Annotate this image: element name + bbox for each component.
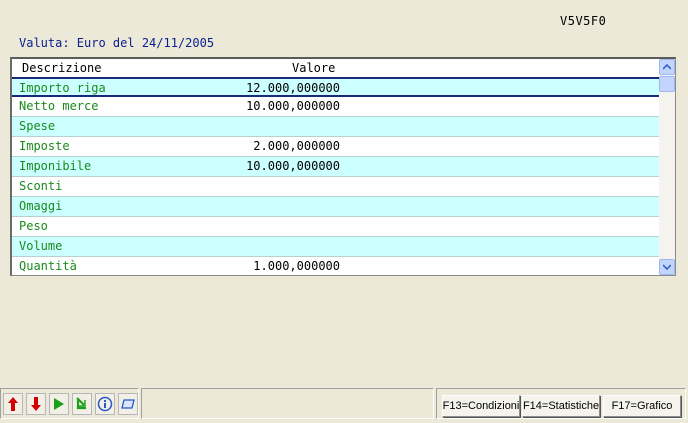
scroll-down-button[interactable] (659, 259, 675, 275)
screen-id: V5V5F0 (560, 14, 607, 28)
row-description: Netto merce (19, 99, 99, 113)
column-header-description[interactable]: Descrizione (22, 61, 101, 75)
table-row[interactable]: Quantità 1.000,000000 (12, 257, 660, 275)
currency-line: Valuta: Euro del 24/11/2005 (19, 36, 215, 50)
chevron-up-icon (663, 64, 671, 70)
scroll-up-button[interactable] (659, 59, 675, 75)
table-row[interactable]: Imponibile 10.000,000000 (12, 157, 660, 177)
info-icon (97, 396, 113, 411)
status-pane (141, 388, 434, 419)
table-row[interactable]: Omaggi (12, 197, 660, 217)
row-description: Volume (19, 239, 63, 253)
f14-statistics-button[interactable]: F14=Statistiche (522, 395, 600, 417)
row-description: Importo riga (19, 81, 106, 95)
move-down-button[interactable] (26, 392, 46, 415)
grid-rows: Importo riga 12.000,000000 Netto merce 1… (12, 77, 660, 275)
grid-header: Descrizione Valore (12, 59, 660, 78)
row-description: Spese (19, 119, 56, 133)
data-grid[interactable]: Descrizione Valore Importo riga 12.000,0… (10, 57, 676, 276)
row-value: 10.000,000000 (246, 159, 340, 173)
table-row[interactable]: Spese (12, 117, 660, 137)
table-row[interactable]: Importo riga 12.000,000000 (12, 77, 660, 97)
scroll-thumb[interactable] (659, 76, 675, 92)
chevron-down-icon (663, 264, 671, 270)
execute-button[interactable] (49, 392, 69, 415)
f13-conditions-button[interactable]: F13=Condizioni (442, 395, 520, 417)
play-icon (54, 397, 64, 410)
row-description: Peso (19, 219, 48, 233)
table-row[interactable]: Imposte 2.000,000000 (12, 137, 660, 157)
table-row[interactable]: Volume (12, 237, 660, 257)
row-description: Quantità (19, 259, 77, 273)
row-description: Imponibile (19, 159, 92, 173)
move-up-button[interactable] (3, 392, 23, 415)
arrow-up-icon (8, 396, 18, 411)
row-value: 10.000,000000 (246, 99, 340, 113)
table-row[interactable]: Netto merce 10.000,000000 (12, 97, 660, 117)
f17-chart-button[interactable]: F17=Grafico (603, 395, 681, 417)
table-row[interactable]: Peso (12, 217, 660, 237)
toolbar (0, 388, 139, 419)
arrow-down-icon (31, 396, 41, 411)
row-value: 1.000,000000 (253, 259, 340, 273)
clear-button[interactable] (118, 392, 138, 415)
table-row[interactable]: Sconti (12, 177, 660, 197)
refresh-arrow-icon (76, 396, 86, 409)
column-header-value[interactable]: Valore (292, 61, 335, 75)
bottom-bar: F13=Condizioni F14=Statistiche F17=Grafi… (0, 385, 688, 423)
eraser-icon (121, 398, 135, 409)
row-value: 2.000,000000 (253, 139, 340, 153)
refresh-button[interactable] (72, 392, 92, 415)
info-button[interactable] (95, 392, 115, 415)
vertical-scrollbar[interactable] (659, 59, 675, 275)
row-description: Sconti (19, 179, 63, 193)
row-description: Omaggi (19, 199, 63, 213)
function-key-bar: F13=Condizioni F14=Statistiche F17=Grafi… (436, 388, 686, 419)
row-description: Imposte (19, 139, 70, 153)
row-value: 12.000,000000 (246, 81, 340, 95)
